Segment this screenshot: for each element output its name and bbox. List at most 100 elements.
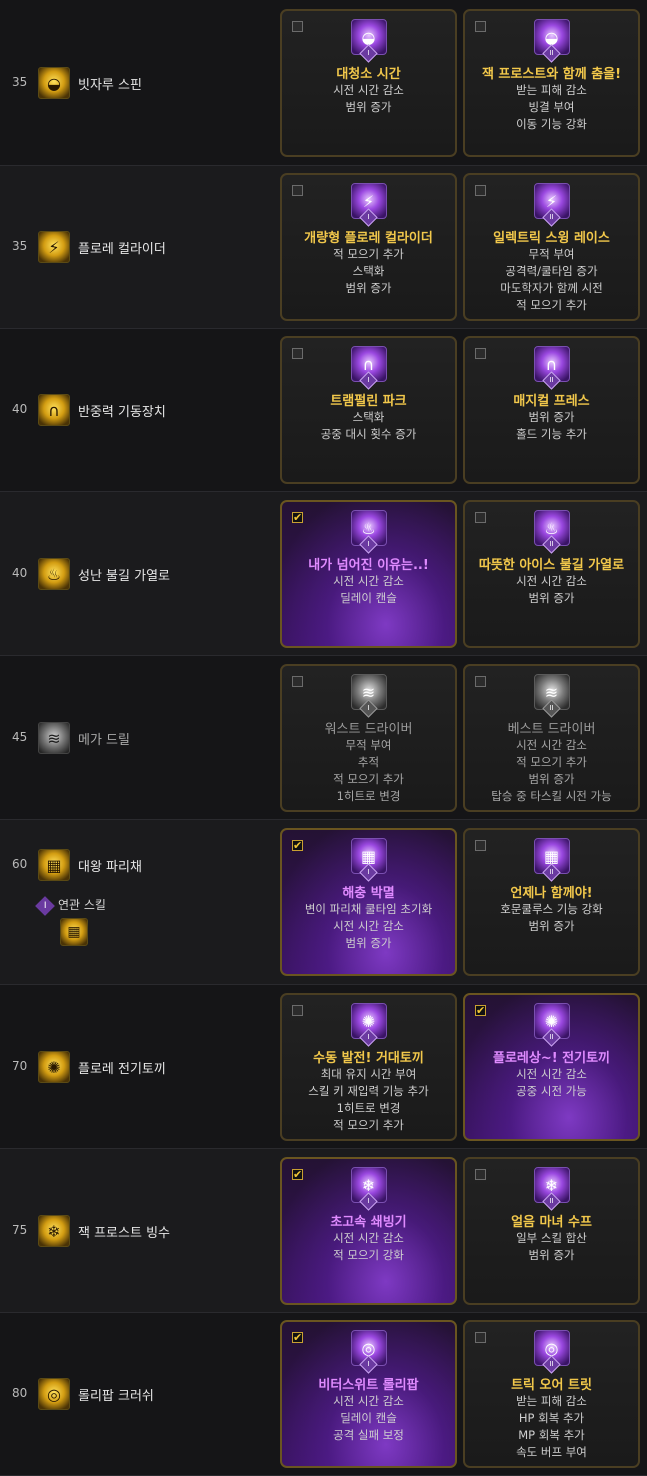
talent-card-one[interactable]: ✔ ▦ I 해충 박멸 변이 파리채 쿨타임 초기화 시전 시간 감소 범위 증가 [280,828,457,976]
talent-checkbox[interactable] [475,21,486,32]
description-line: 시전 시간 감소 [333,83,404,97]
description-line: 1히트로 변경 [336,789,401,803]
lollipop-icon[interactable]: ◎ [38,1378,70,1410]
talent-checkbox[interactable] [475,185,486,196]
talent-checkbox[interactable] [292,348,303,359]
talent-title: 비터스위트 롤리팝 [318,1378,419,1393]
description-line: 범위 증가 [345,100,392,114]
talent-checkbox[interactable]: ✔ [475,1005,486,1016]
talent-title: 트릭 오어 트릿 [511,1378,592,1393]
tier-numeral: I [366,540,370,548]
talent-checkbox[interactable]: ✔ [292,512,303,523]
skill-row: 80 ◎ 롤리팝 크러쉬 ✔ ◎ I 비터스위트 롤리팝 시전 시간 감소 딜레이 캔슬 공격 실… [0,1313,647,1476]
talent-checkbox[interactable] [292,185,303,196]
talent-checkbox[interactable]: ✔ [292,1332,303,1343]
talent-checkbox[interactable] [475,512,486,523]
skill-name: 빗자루 스핀 [78,78,142,93]
skill-level: 35 [12,75,28,89]
talent-title: 트램펄린 파크 [330,394,407,409]
talent-description: 일부 스킬 합산 범위 증가 [465,1230,638,1264]
talent-description: 시전 시간 감소 적 모으기 추가 범위 증가 탑승 중 타스킬 시전 가능 [465,737,638,805]
mega-drill-icon[interactable]: ≋ [38,722,70,754]
description-line: 딜레이 캔슬 [340,591,397,605]
talent-card-one[interactable]: ◒ I 대청소 시간 시전 시간 감소 범위 증가 [280,9,457,157]
description-line: 범위 증가 [528,772,575,786]
description-line: 탑승 중 타스킬 시전 가능 [491,789,612,803]
talent-title: 워스트 드라이버 [324,722,413,737]
talent-description: 무적 부여 공격력/쿨타임 증가 마도학자가 함께 시전 적 모으기 추가 [465,246,638,314]
talent-checkbox[interactable] [292,1005,303,1016]
tier-numeral: I [366,868,370,876]
furnace-icon[interactable]: ♨ [38,558,70,590]
skill-level: 45 [12,730,28,744]
description-line: 공격력/쿨타임 증가 [505,264,598,278]
talent-card-two[interactable]: ⚡ II 일렉트릭 스윙 레이스 무적 부여 공격력/쿨타임 증가 마도학자가 함께 시전… [463,173,640,321]
description-line: 최대 유지 시간 부여 [320,1067,417,1081]
talent-card-one[interactable]: ✔ ♨ I 내가 넘어진 이유는..! 시전 시간 감소 딜레이 캔슬 [280,500,457,648]
talent-card-one[interactable]: ✔ ❄ I 초고속 쇄빙기 시전 시간 감소 적 모으기 강화 [280,1157,457,1305]
talent-description: 받는 피해 감소 HP 회복 추가 MP 회복 추가 속도 버프 부여 [465,1393,638,1461]
skill-name: 메가 드릴 [78,733,130,748]
description-line: 무적 부여 [528,247,575,261]
talent-card-two[interactable]: ▦ II 언제나 함께야! 호문쿨루스 기능 강화 범위 증가 [463,828,640,976]
tier-numeral: II [548,1360,554,1368]
skill-level: 80 [12,1386,28,1400]
description-line: 적 모으기 추가 [333,247,404,261]
skill-name: 성난 불길 가열로 [78,569,170,584]
talent-card-one[interactable]: ✺ I 수동 발전! 거대토끼 최대 유지 시간 부여 스킬 키 재입력 기능 추가 1히… [280,993,457,1141]
talent-checkbox[interactable] [292,676,303,687]
description-line: 받는 피해 감소 [516,1394,587,1408]
broom-spin-icon[interactable]: ◒ [38,67,70,99]
description-line: 스택화 [352,264,385,278]
fly-swatter-icon[interactable]: ▦ [38,849,70,881]
tier-numeral: I [366,1033,370,1041]
talent-card-two[interactable]: ◎ II 트릭 오어 트릿 받는 피해 감소 HP 회복 추가 MP 회복 추가 속도 버프… [463,1320,640,1468]
talent-card-two[interactable]: ❄ II 얼음 마녀 수프 일부 스킬 합산 범위 증가 [463,1157,640,1305]
talent-description: 시전 시간 감소범위 증가 [282,82,455,116]
talent-checkbox[interactable]: ✔ [292,840,303,851]
skill-level: 35 [12,239,28,253]
skill-info: 70 ✺ 플로레 전기토끼 [0,985,278,1148]
description-line: 스택화 [352,410,385,424]
skill-name: 대왕 파리채 [78,860,142,875]
collider-icon[interactable]: ⚡ [38,231,70,263]
anti-gravity-icon[interactable]: ∩ [38,394,70,426]
description-line: HP 회복 추가 [518,1411,585,1425]
skill-row: 75 ❄ 잭 프로스트 빙수 ✔ ❄ I 초고속 쇄빙기 시전 시간 감소 적 모으기 강화 ❄ I… [0,1149,647,1313]
shaved-ice-icon[interactable]: ❄ [38,1215,70,1247]
talent-card-two[interactable]: ♨ II 따뜻한 아이스 불길 가열로 시전 시간 감소 범위 증가 [463,500,640,648]
talent-card-two[interactable]: ∩ II 매지컬 프레스 범위 증가 홀드 기능 추가 [463,336,640,484]
talent-checkbox[interactable] [292,21,303,32]
skill-level: 75 [12,1223,28,1237]
talent-checkbox[interactable] [475,1332,486,1343]
fly-swatter-icon[interactable]: ▦ [60,918,88,946]
talent-title: 해충 박멸 [342,886,395,901]
skill-info: 45 ≋ 메가 드릴 [0,656,278,819]
talent-card-two[interactable]: ≋ II 베스트 드라이버 시전 시간 감소 적 모으기 추가 범위 증가 탑승 중 타스킬… [463,664,640,812]
talent-checkbox[interactable]: ✔ [292,1169,303,1180]
talent-card-two[interactable]: ✔ ✺ II 플로레상~! 전기토끼 시전 시간 감소 공중 시전 가능 [463,993,640,1141]
talent-description: 시전 시간 감소 범위 증가 [465,573,638,607]
talent-checkbox[interactable] [475,840,486,851]
talent-checkbox[interactable] [475,1169,486,1180]
talent-checkbox[interactable] [475,348,486,359]
description-line: 이동 기능 강화 [516,117,587,131]
talent-card-one[interactable]: ∩ I 트램펄린 파크 스택화 공중 대시 횟수 증가 [280,336,457,484]
talent-title: 내가 넘어진 이유는..! [308,558,429,573]
talent-card-one[interactable]: ✔ ◎ I 비터스위트 롤리팝 시전 시간 감소 딜레이 캔슬 공격 실패 보정 [280,1320,457,1468]
talent-card-one[interactable]: ≋ I 워스트 드라이버 무적 부여 추적 적 모으기 추가 1히트로 변경 [280,664,457,812]
talent-title: 잭 프로스트와 함께 춤을! [481,67,622,82]
description-line: 범위 증가 [528,410,575,424]
talent-card-two[interactable]: ◒ II 잭 프로스트와 함께 춤을! 받는 피해 감소 빙결 부여 이동 기능 강화 [463,9,640,157]
talent-title: 개량형 플로레 컬라이더 [304,231,433,246]
description-line: 적 모으기 추가 [516,298,587,312]
skill-name: 반중력 기동장치 [78,405,166,420]
description-line: 받는 피해 감소 [516,83,587,97]
skill-name: 플로레 전기토끼 [78,1062,166,1077]
electric-rabbit-icon[interactable]: ✺ [38,1051,70,1083]
tier-numeral: I [366,49,370,57]
talent-card-one[interactable]: ⚡ I 개량형 플로레 컬라이더 적 모으기 추가 스택화 범위 증가 [280,173,457,321]
description-line: 시전 시간 감소 [333,574,404,588]
related-skill-label: I 연관 스킬 [35,895,106,916]
talent-checkbox[interactable] [475,676,486,687]
